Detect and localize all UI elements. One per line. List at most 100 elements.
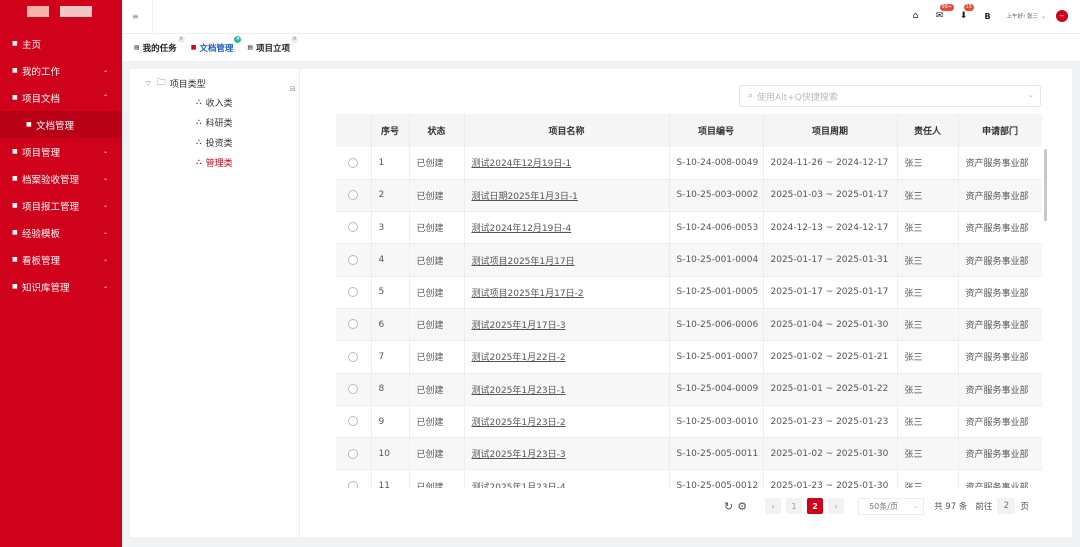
cell-owner: 张三 (897, 373, 959, 406)
table-row[interactable]: 7 已创建 测试2025年1月22日-2 S-10-25-001-0007 2025-0… (336, 340, 1042, 374)
row-select-cell[interactable] (336, 147, 372, 180)
row-select-cell[interactable] (336, 340, 372, 374)
gear-icon[interactable]: ⚙ (737, 500, 747, 513)
next-page-button[interactable]: › (828, 498, 845, 514)
row-radio[interactable] (348, 190, 359, 201)
sidebar-item-my-work[interactable]: ■ 我的工作 ⌄ (0, 57, 122, 84)
caret-down-icon[interactable]: ▽ (146, 80, 151, 87)
row-radio[interactable] (348, 416, 359, 427)
cell-project-name[interactable]: 测试2024年12月19日-4 (464, 211, 670, 245)
cell-project-name[interactable]: 测试项目2025年1月17日-2 (464, 276, 670, 309)
row-select-cell[interactable] (336, 243, 372, 277)
table-row[interactable]: 2 已创建 测试日期2025年1月3日-1 S-10-25-003-0002 2025-… (336, 179, 1042, 213)
cell-project-name[interactable]: 测试2025年1月22日-2 (464, 340, 670, 374)
tab-doc-management[interactable]: ■ 文档管理 × (191, 35, 242, 54)
row-radio[interactable] (348, 480, 359, 488)
close-icon[interactable]: × (234, 35, 242, 43)
cell-index: 3 (371, 211, 410, 245)
collapse-panel-icon[interactable]: ⊟ (290, 85, 296, 93)
search-placeholder: 使用Alt+Q快捷搜索 (757, 92, 838, 103)
sidebar-item-experience-template[interactable]: ■ 经验模板 ⌄ (0, 219, 122, 246)
chevron-down-icon[interactable]: ⌄ (1041, 13, 1046, 20)
cell-owner: 张三 (897, 405, 959, 439)
prev-page-button[interactable]: ‹ (765, 498, 782, 514)
chevron-down-icon[interactable]: ⌄ (1028, 91, 1034, 99)
table-row[interactable]: 6 已创建 测试2025年1月17日-3 S-10-25-006-0006 2025-0… (336, 308, 1042, 342)
sidebar-item-doc-management[interactable]: ■ 文档管理 (0, 111, 122, 138)
row-radio[interactable] (348, 351, 359, 362)
sidebar-item-knowledge-base[interactable]: ■ 知识库管理 ⌄ (0, 273, 122, 300)
hierarchy-icon: ⛬ (196, 117, 202, 126)
table-row[interactable]: 10 已创建 测试2025年1月23日-3 S-10-25-005-0011 2025-… (336, 437, 1042, 471)
user-greeting[interactable]: 上午好! 张三 (1007, 12, 1038, 20)
tree-node-investment[interactable]: ⛬ 投资类 (196, 135, 233, 149)
tree-root[interactable]: ▽ 🗀 项目类型 (146, 75, 206, 91)
row-select-cell[interactable] (336, 179, 372, 213)
sidebar-item-label: 我的工作 (22, 66, 61, 78)
table-row[interactable]: 8 已创建 测试2025年1月23日-1 S-10-25-004-0009 2025-0… (336, 373, 1042, 406)
sidebar-item-project-docs[interactable]: ■ 项目文档 ⌃ (0, 84, 122, 111)
row-select-cell[interactable] (336, 405, 372, 439)
close-icon[interactable]: × (177, 35, 185, 43)
table-row[interactable]: 5 已创建 测试项目2025年1月17日-2 S-10-25-001-0005 2025… (336, 276, 1042, 309)
cell-project-name[interactable]: 测试2025年1月23日-2 (464, 405, 670, 439)
menu-collapse-icon[interactable]: ≡ (132, 12, 139, 21)
cell-project-name[interactable]: 测试日期2025年1月3日-1 (464, 179, 670, 213)
cell-project-name[interactable]: 测试项目2025年1月17日 (464, 243, 670, 277)
tree-node-research[interactable]: ⛬ 科研类 (196, 115, 233, 129)
sidebar-item-dashboard[interactable]: ■ 看板管理 ⌄ (0, 246, 122, 273)
page-button-1[interactable]: 1 (786, 498, 803, 514)
goto-page-input[interactable]: 2 (997, 498, 1016, 514)
row-radio[interactable] (348, 157, 359, 168)
tree-node-income[interactable]: ⛬ 收入类 (196, 95, 233, 109)
tab-icon: ▤ (247, 44, 254, 51)
page-button-2[interactable]: 2 (807, 498, 824, 514)
avatar[interactable]: − (1056, 10, 1068, 22)
cell-project-code: S-10-25-001-0007 (669, 340, 764, 374)
cell-period: 2025-01-03 ~ 2025-01-17 (763, 179, 898, 213)
todo-icon[interactable]: ⬇ 15 (955, 4, 974, 24)
cell-project-name[interactable]: 测试2025年1月23日-4 (464, 469, 670, 488)
search-input[interactable]: ⌕ 使用Alt+Q快捷搜索 ⌄ (739, 85, 1041, 107)
row-select-cell[interactable] (336, 437, 372, 471)
cell-department: 资产服务事业部 (958, 211, 1042, 245)
cell-project-name[interactable]: 测试2025年1月23日-3 (464, 437, 670, 471)
tree-node-management[interactable]: ⛬ 管理类 (196, 155, 233, 169)
cell-project-code: S-10-25-001-0004 (669, 243, 764, 277)
home-icon[interactable]: ⌂ (907, 8, 925, 24)
cell-project-name[interactable]: 测试2024年12月19日-1 (464, 147, 670, 180)
menu-square-icon: ■ (12, 283, 18, 290)
table-row[interactable]: 4 已创建 测试项目2025年1月17日 S-10-25-001-0004 2025-0… (336, 243, 1042, 277)
row-radio[interactable] (348, 319, 359, 330)
refresh-icon[interactable]: ↻ (724, 500, 733, 513)
cell-status: 已创建 (409, 405, 465, 439)
row-radio[interactable] (348, 448, 359, 459)
row-select-cell[interactable] (336, 211, 372, 245)
page-size-select[interactable]: 50条/页 ⌄ (858, 497, 925, 515)
sidebar-item-work-report[interactable]: ■ 项目报工管理 ⌄ (0, 192, 122, 219)
tab-project-initiation[interactable]: ▤ 项目立项 × (247, 35, 299, 54)
cell-project-name[interactable]: 测试2025年1月17日-3 (464, 308, 670, 342)
row-radio[interactable] (348, 222, 359, 233)
cell-project-name[interactable]: 测试2025年1月23日-1 (464, 373, 670, 406)
table-row[interactable]: 9 已创建 测试2025年1月23日-2 S-10-25-003-0010 2025-0… (336, 405, 1042, 439)
row-radio[interactable] (348, 254, 359, 265)
bold-icon[interactable]: B (979, 8, 997, 24)
table-row[interactable]: 3 已创建 测试2024年12月19日-4 S-10-24-006-0053 2024-… (336, 211, 1042, 245)
table-scrollbar[interactable] (1044, 149, 1047, 221)
row-select-cell[interactable] (336, 469, 372, 488)
sidebar-item-archive-acceptance[interactable]: ■ 档案验收管理 ⌄ (0, 165, 122, 192)
mail-icon[interactable]: ✉ 99+ (931, 4, 955, 24)
table-row[interactable]: 1 已创建 测试2024年12月19日-1 S-10-24-008-0049 2024-… (336, 147, 1042, 180)
tab-my-tasks[interactable]: ▤ 我的任务 × (134, 35, 185, 54)
row-radio[interactable] (348, 287, 359, 298)
close-icon[interactable]: × (291, 35, 299, 43)
row-select-cell[interactable] (336, 276, 372, 309)
sidebar-item-home[interactable]: ■ 主页 (0, 30, 122, 57)
sidebar-item-label: 经验模板 (22, 228, 61, 240)
row-radio[interactable] (348, 383, 359, 394)
row-select-cell[interactable] (336, 308, 372, 342)
row-select-cell[interactable] (336, 373, 372, 406)
table-row[interactable]: 11 已创建 测试2025年1月23日-4 S-10-25-005-0012 2025-… (336, 469, 1042, 488)
sidebar-item-project-management[interactable]: ■ 项目管理 ⌄ (0, 138, 122, 165)
